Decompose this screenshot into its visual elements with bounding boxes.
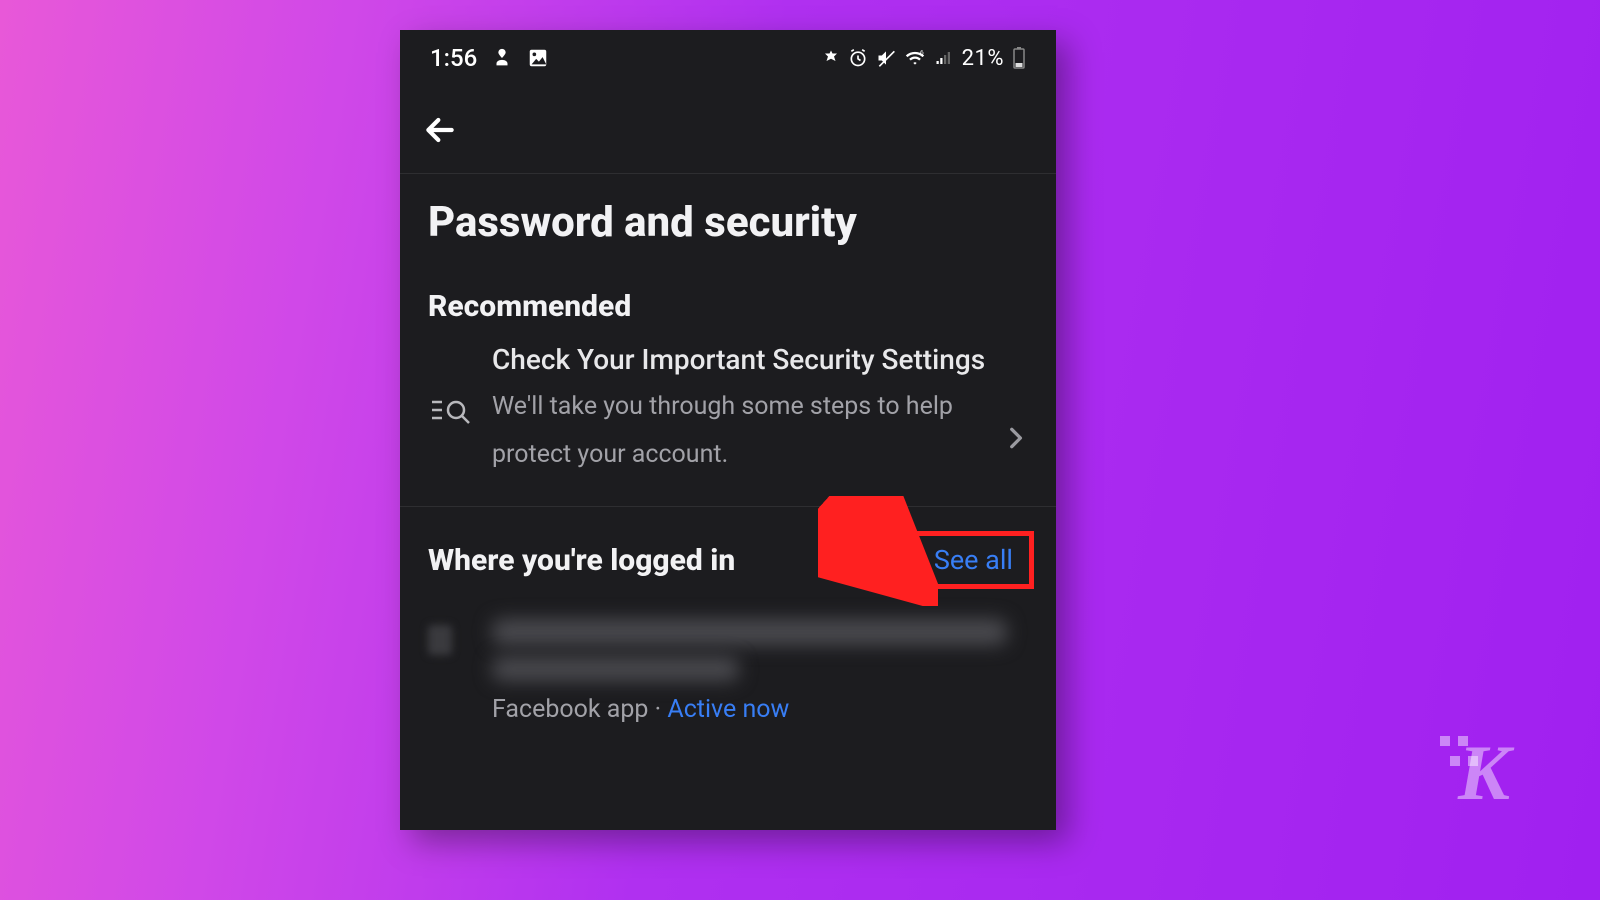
battery-percent: 21%	[962, 46, 1004, 71]
recommended-heading: Recommended	[400, 259, 1056, 342]
battery-icon	[1012, 47, 1026, 69]
recommended-text: Check Your Important Security Settings W…	[474, 342, 1002, 478]
logged-in-heading: Where you're logged in	[428, 543, 735, 578]
wifi-icon: 6	[904, 48, 926, 68]
see-all-link[interactable]: See all	[913, 531, 1034, 589]
toolbar	[400, 86, 1056, 174]
logged-in-section-header: Where you're logged in See all	[400, 507, 1056, 599]
status-right: 6 21%	[822, 46, 1026, 71]
recommended-item-subtitle: We'll take you through some steps to hel…	[492, 383, 990, 478]
svg-text:6: 6	[920, 49, 924, 57]
alarm-icon	[848, 48, 868, 68]
redacted-device-name	[492, 619, 1007, 645]
device-icon	[428, 619, 474, 655]
status-left: 1:56	[430, 44, 549, 72]
login-session-text: Facebook app · Active now	[474, 619, 1028, 724]
data-saver-icon	[822, 49, 840, 67]
login-app-label: Facebook app	[492, 695, 648, 724]
watermark-logo: K	[1458, 734, 1510, 812]
login-session-row[interactable]: Facebook app · Active now	[400, 599, 1056, 744]
phone-screen: 1:56 6 21% Password and security Recomme…	[400, 30, 1056, 830]
chevron-right-icon	[1002, 365, 1028, 455]
meta-separator: ·	[648, 695, 667, 724]
notification-app-icon	[491, 47, 513, 69]
clock-text: 1:56	[430, 44, 477, 72]
check-security-settings-row[interactable]: Check Your Important Security Settings W…	[400, 342, 1056, 507]
login-status: Active now	[667, 695, 789, 724]
search-list-icon	[428, 390, 474, 430]
back-button[interactable]	[416, 106, 464, 154]
arrow-left-icon	[420, 110, 460, 150]
recommended-item-title: Check Your Important Security Settings	[492, 342, 990, 377]
page-title: Password and security	[400, 174, 1056, 259]
signal-icon	[934, 49, 954, 67]
redacted-location	[492, 657, 739, 681]
mute-icon	[876, 48, 896, 68]
login-session-meta: Facebook app · Active now	[492, 695, 1028, 724]
status-bar: 1:56 6 21%	[400, 30, 1056, 86]
gallery-icon	[527, 47, 549, 69]
